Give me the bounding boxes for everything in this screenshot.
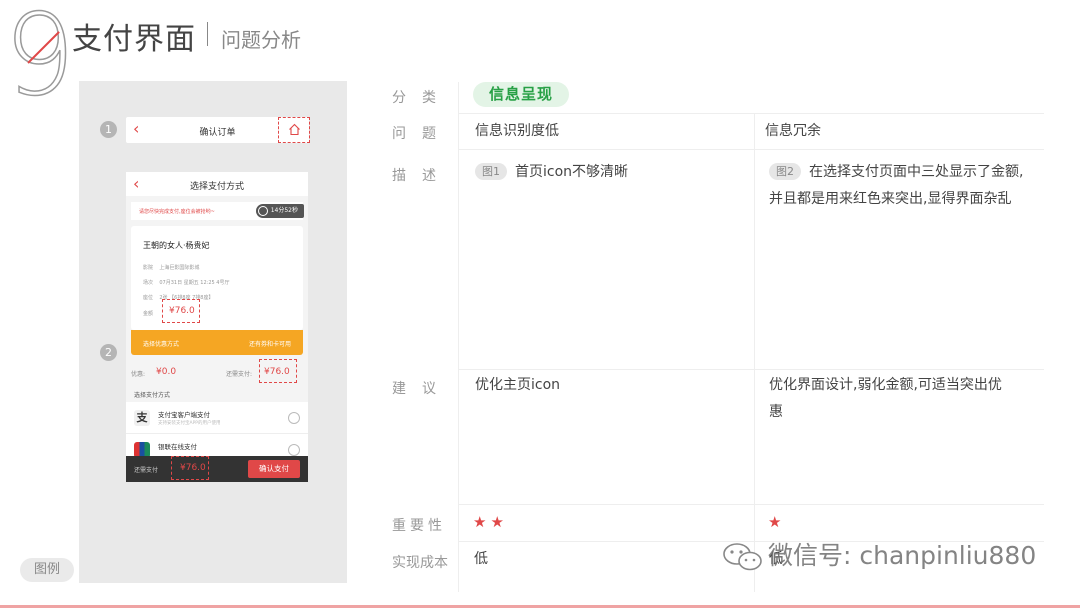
- timer-text: 14分52秒: [270, 207, 298, 214]
- showtime-value: 07月31日 星期五 12:25 4号厅: [159, 280, 230, 286]
- label-problem: 问题: [392, 126, 452, 142]
- cinema-label: 影院: [143, 265, 154, 271]
- wechat-icon: [723, 543, 762, 571]
- home-icon[interactable]: [288, 123, 301, 136]
- label-cost: 实现成本: [392, 555, 448, 571]
- table-divider: [458, 113, 1044, 114]
- description-2-line1: 在选择支付页面中三处显示了金额,: [809, 164, 1024, 180]
- payment-method-header: 选择支付方式: [134, 392, 171, 399]
- alipay-icon: 支: [134, 410, 150, 426]
- bottom-need-pay-label: 还需支付: [134, 467, 159, 474]
- table-divider: [458, 369, 1044, 370]
- label-suggestion: 建议: [392, 381, 452, 397]
- cinema-value: 上海巨影国际影城: [159, 265, 200, 271]
- label-importance: 重要性: [392, 518, 446, 534]
- marker-2: 2: [100, 344, 117, 361]
- marker-1: 1: [100, 121, 117, 138]
- payment-method-sub: 支持安装支付宝APP的用户使用: [158, 421, 221, 426]
- showtime-row: 场次 07月31日 星期五 12:25 4号厅: [143, 279, 229, 286]
- suggestion-2: 优化界面设计,弱化金额,可适当突出优 惠: [769, 372, 1044, 426]
- suggestion-1: 优化主页icon: [475, 377, 561, 393]
- watermark: 微信号: chanpinliu880: [768, 541, 1037, 570]
- suggestion-2-line2: 惠: [769, 404, 783, 420]
- fig-tag-1: 图1: [475, 163, 507, 180]
- need-pay-label: 还需支付:: [226, 371, 253, 378]
- showtime-label: 场次: [143, 280, 154, 286]
- cinema-row: 影院 上海巨影国际影城: [143, 264, 199, 271]
- confirm-pay-button[interactable]: 确认支付: [248, 460, 300, 478]
- payment-method-name: 支付宝客户端支付: [158, 411, 210, 419]
- highlight-box-need-pay: [259, 359, 297, 383]
- discount-label: 选择优惠方式: [143, 341, 180, 348]
- highlight-box-bottom-price: [171, 456, 209, 480]
- cost-1: 低: [474, 551, 488, 567]
- legend-chip: 图例: [20, 558, 74, 582]
- seat-label: 座位: [143, 295, 154, 301]
- title-divider: [207, 22, 208, 46]
- table-divider: [458, 149, 1044, 150]
- suggestion-2-line1: 优化界面设计,弱化金额,可适当突出优: [769, 377, 1002, 393]
- payment-method-alipay[interactable]: 支 支付宝客户端支付 支持安装支付宝APP的用户使用: [126, 402, 308, 434]
- payment-method-name: 银联在线支付: [158, 443, 197, 451]
- label-description: 描述: [392, 168, 452, 184]
- description-2-line2: 并且都是用来红色来突出,显得界面杂乱: [769, 191, 1012, 207]
- payment-navbar: ‹ 选择支付方式: [126, 172, 308, 196]
- page-title: 支付界面: [72, 22, 196, 57]
- bottom-pay-bar: 还需支付 ¥76.0 确认支付: [126, 456, 308, 482]
- table-column-divider: [754, 113, 755, 592]
- navbar-title: 选择支付方式: [189, 182, 244, 192]
- radio-button[interactable]: [288, 412, 300, 424]
- description-1-text: 首页icon不够清晰: [515, 164, 629, 180]
- amount-label: 金额: [143, 311, 154, 317]
- description-2: 图2 在选择支付页面中三处显示了金额, 并且都是用来红色来突出,显得界面杂乱: [769, 159, 1044, 213]
- fig-tag-2: 图2: [769, 163, 801, 180]
- table-divider: [458, 504, 1044, 505]
- importance-stars-2: ★: [768, 513, 786, 531]
- offer-value: ¥0.0: [156, 367, 177, 377]
- discount-hint: 还有券和卡可用: [248, 341, 291, 348]
- section-number: 9: [3, 0, 76, 121]
- problem-2: 信息冗余: [765, 123, 821, 139]
- label-category: 分类: [392, 90, 452, 106]
- discount-selector[interactable]: 选择优惠方式 还有券和卡可用: [131, 330, 303, 355]
- importance-stars-1: ★★: [473, 513, 508, 531]
- countdown-timer: 14分52秒: [256, 204, 304, 218]
- offer-label: 优惠:: [131, 371, 146, 378]
- clock-icon: [258, 206, 268, 216]
- radio-button[interactable]: [288, 444, 300, 456]
- payment-screen: ‹ 选择支付方式 请您尽快完成支付,座位会被抢哟~ 14分52秒 王朝的女人·杨…: [126, 172, 308, 482]
- problem-1: 信息识别度低: [475, 123, 559, 139]
- description-1: 图1 首页icon不够清晰: [475, 159, 628, 186]
- category-pill: 信息呈现: [473, 82, 569, 107]
- order-card: 王朝的女人·杨贵妃 影院 上海巨影国际影城 场次 07月31日 星期五 12:2…: [131, 226, 303, 330]
- page-subtitle: 问题分析: [221, 28, 301, 52]
- movie-title: 王朝的女人·杨贵妃: [143, 241, 210, 250]
- table-column-divider: [458, 82, 459, 592]
- highlight-box-amount: [162, 299, 200, 323]
